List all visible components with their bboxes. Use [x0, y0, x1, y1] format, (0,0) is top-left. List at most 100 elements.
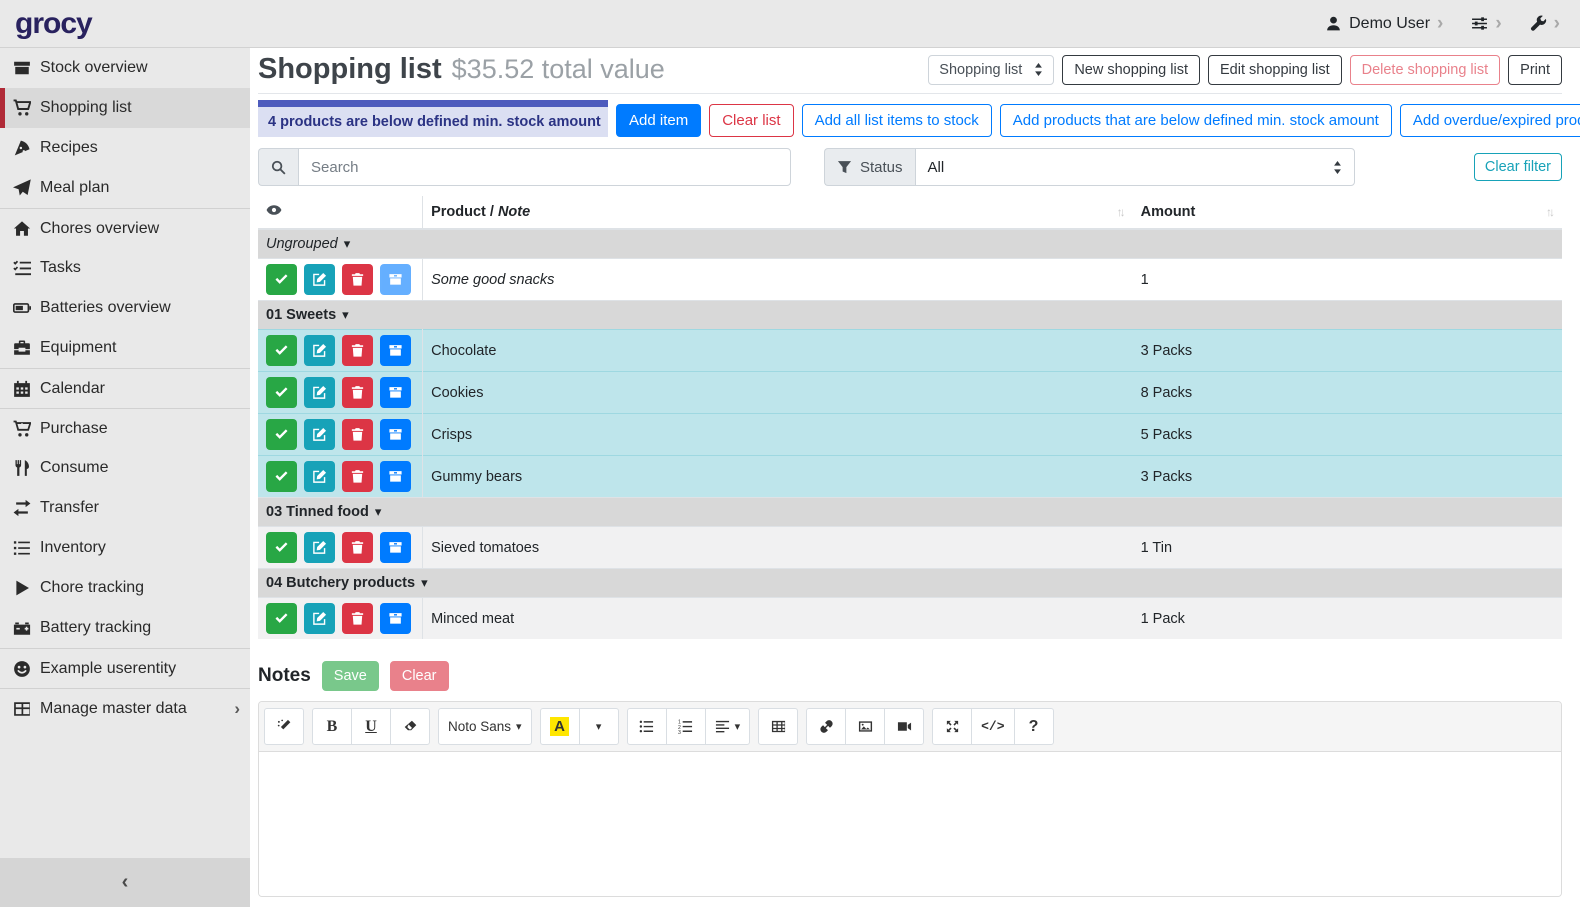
edit-item-button[interactable]	[304, 335, 335, 366]
group-header-butchery-products[interactable]: 04 Butchery products▾	[258, 569, 1562, 598]
ordered-list-button[interactable]: 123	[666, 708, 706, 745]
new-shopping-list-button[interactable]: New shopping list	[1062, 55, 1200, 85]
mark-done-button[interactable]	[266, 377, 297, 408]
add-item-button[interactable]: Add item	[616, 104, 701, 137]
insert-table-button[interactable]	[758, 708, 798, 745]
sidebar-item-label: Tasks	[40, 259, 81, 277]
mark-done-button[interactable]	[266, 532, 297, 563]
group-header-ungrouped[interactable]: Ungrouped▾	[258, 229, 1562, 259]
delete-item-button[interactable]	[342, 377, 373, 408]
trash-icon	[350, 469, 365, 484]
insert-video-button[interactable]	[884, 708, 924, 745]
edit-item-button[interactable]	[304, 419, 335, 450]
sidebar-item-battery-tracking[interactable]: Battery tracking	[0, 608, 250, 648]
product-column-header[interactable]: Product /Note ↑↓	[423, 196, 1133, 229]
sidebar-item-tasks[interactable]: Tasks	[0, 248, 250, 288]
group-header-sweets[interactable]: 01 Sweets▾	[258, 301, 1562, 330]
table-row: Gummy bears 3 Packs	[258, 456, 1562, 498]
insert-link-button[interactable]	[806, 708, 846, 745]
sidebar-item-batteries-overview[interactable]: Batteries overview	[0, 288, 250, 328]
delete-item-button[interactable]	[342, 603, 373, 634]
delete-item-button[interactable]	[342, 532, 373, 563]
edit-item-button[interactable]	[304, 461, 335, 492]
visibility-column-header[interactable]	[258, 196, 423, 229]
notes-clear-button[interactable]: Clear	[390, 661, 449, 691]
shopping-list-select[interactable]: Shopping list	[928, 55, 1054, 85]
edit-item-button[interactable]	[304, 377, 335, 408]
delete-item-button[interactable]	[342, 461, 373, 492]
mark-done-button[interactable]	[266, 335, 297, 366]
delete-item-button[interactable]	[342, 419, 373, 450]
edit-item-button[interactable]	[304, 603, 335, 634]
edit-shopping-list-button[interactable]: Edit shopping list	[1208, 55, 1342, 85]
settings-menu[interactable]: ›	[1471, 14, 1501, 33]
sidebar-item-transfer[interactable]: Transfer	[0, 488, 250, 528]
mark-done-button[interactable]	[266, 264, 297, 295]
notes-editor-content[interactable]	[259, 752, 1561, 897]
bold-button[interactable]: B	[312, 708, 352, 745]
delete-item-button[interactable]	[342, 335, 373, 366]
clear-list-button[interactable]: Clear list	[709, 104, 793, 137]
underline-button[interactable]: U	[351, 708, 391, 745]
sidebar-item-chores-overview[interactable]: Chores overview	[0, 208, 250, 248]
sidebar-collapse-button[interactable]: ‹	[0, 858, 250, 907]
sidebar-item-example-userentity[interactable]: Example userentity	[0, 648, 250, 688]
insert-image-button[interactable]	[845, 708, 885, 745]
unordered-list-button[interactable]	[627, 708, 667, 745]
admin-menu[interactable]: ›	[1530, 14, 1560, 33]
edit-item-button[interactable]	[304, 532, 335, 563]
clear-filter-button[interactable]: Clear filter	[1474, 153, 1562, 181]
print-button[interactable]: Print	[1508, 55, 1562, 85]
sidebar-item-shopping-list[interactable]: Shopping list	[0, 88, 250, 128]
sidebar-item-consume[interactable]: Consume	[0, 448, 250, 488]
sidebar-item-purchase[interactable]: Purchase	[0, 408, 250, 448]
sidebar-item-recipes[interactable]: Recipes	[0, 128, 250, 168]
trash-icon	[350, 343, 365, 358]
add-to-stock-button[interactable]	[380, 264, 411, 295]
trash-icon	[350, 385, 365, 400]
clear-format-button[interactable]	[390, 708, 430, 745]
sidebar-item-meal-plan[interactable]: Meal plan	[0, 168, 250, 208]
sidebar-item-manage-master-data[interactable]: Manage master data ›	[0, 688, 250, 728]
add-to-stock-button[interactable]	[380, 377, 411, 408]
status-filter-select[interactable]: All	[915, 148, 1355, 186]
item-product: Minced meat	[423, 598, 1133, 640]
add-to-stock-button[interactable]	[380, 335, 411, 366]
add-to-stock-button[interactable]	[380, 461, 411, 492]
paragraph-align-button[interactable]: ▾	[705, 708, 751, 745]
magic-style-button[interactable]	[264, 708, 304, 745]
mark-done-button[interactable]	[266, 603, 297, 634]
notes-save-button[interactable]: Save	[322, 661, 379, 691]
delete-item-button[interactable]	[342, 264, 373, 295]
user-menu[interactable]: Demo User ›	[1325, 14, 1443, 33]
sidebar-item-stock-overview[interactable]: Stock overview	[0, 48, 250, 88]
add-to-stock-button[interactable]	[380, 603, 411, 634]
font-color-dropdown-button[interactable]: ▾	[579, 708, 619, 745]
amount-column-header[interactable]: Amount ↑↓	[1133, 196, 1562, 229]
sort-icon[interactable]: ↑↓	[1117, 205, 1125, 219]
font-color-button[interactable]: A	[540, 708, 580, 745]
min-stock-alert[interactable]: 4 products are below defined min. stock …	[258, 100, 608, 137]
delete-shopping-list-button[interactable]: Delete shopping list	[1350, 55, 1501, 85]
sidebar-item-inventory[interactable]: Inventory	[0, 528, 250, 568]
sidebar-item-equipment[interactable]: Equipment	[0, 328, 250, 368]
sort-icon[interactable]: ↑↓	[1546, 205, 1554, 219]
help-button[interactable]: ?	[1014, 708, 1054, 745]
code-view-button[interactable]: </>	[971, 708, 1014, 745]
sidebar-item-chore-tracking[interactable]: Chore tracking	[0, 568, 250, 608]
add-to-stock-button[interactable]	[380, 532, 411, 563]
mark-done-button[interactable]	[266, 461, 297, 492]
sidebar-item-calendar[interactable]: Calendar	[0, 368, 250, 408]
add-to-stock-button[interactable]	[380, 419, 411, 450]
font-family-button[interactable]: Noto Sans▾	[438, 708, 532, 745]
add-all-to-stock-button[interactable]: Add all list items to stock	[802, 104, 992, 137]
fullscreen-button[interactable]	[932, 708, 972, 745]
add-overdue-button[interactable]: Add overdue/expired products	[1400, 104, 1580, 137]
search-input[interactable]	[298, 148, 791, 186]
mark-done-button[interactable]	[266, 419, 297, 450]
add-below-min-stock-button[interactable]: Add products that are below defined min.…	[1000, 104, 1392, 137]
group-header-tinned-food[interactable]: 03 Tinned food▾	[258, 498, 1562, 527]
edit-item-button[interactable]	[304, 264, 335, 295]
item-amount: 3 Packs	[1133, 456, 1562, 498]
caret-down-icon: ▾	[596, 720, 602, 733]
